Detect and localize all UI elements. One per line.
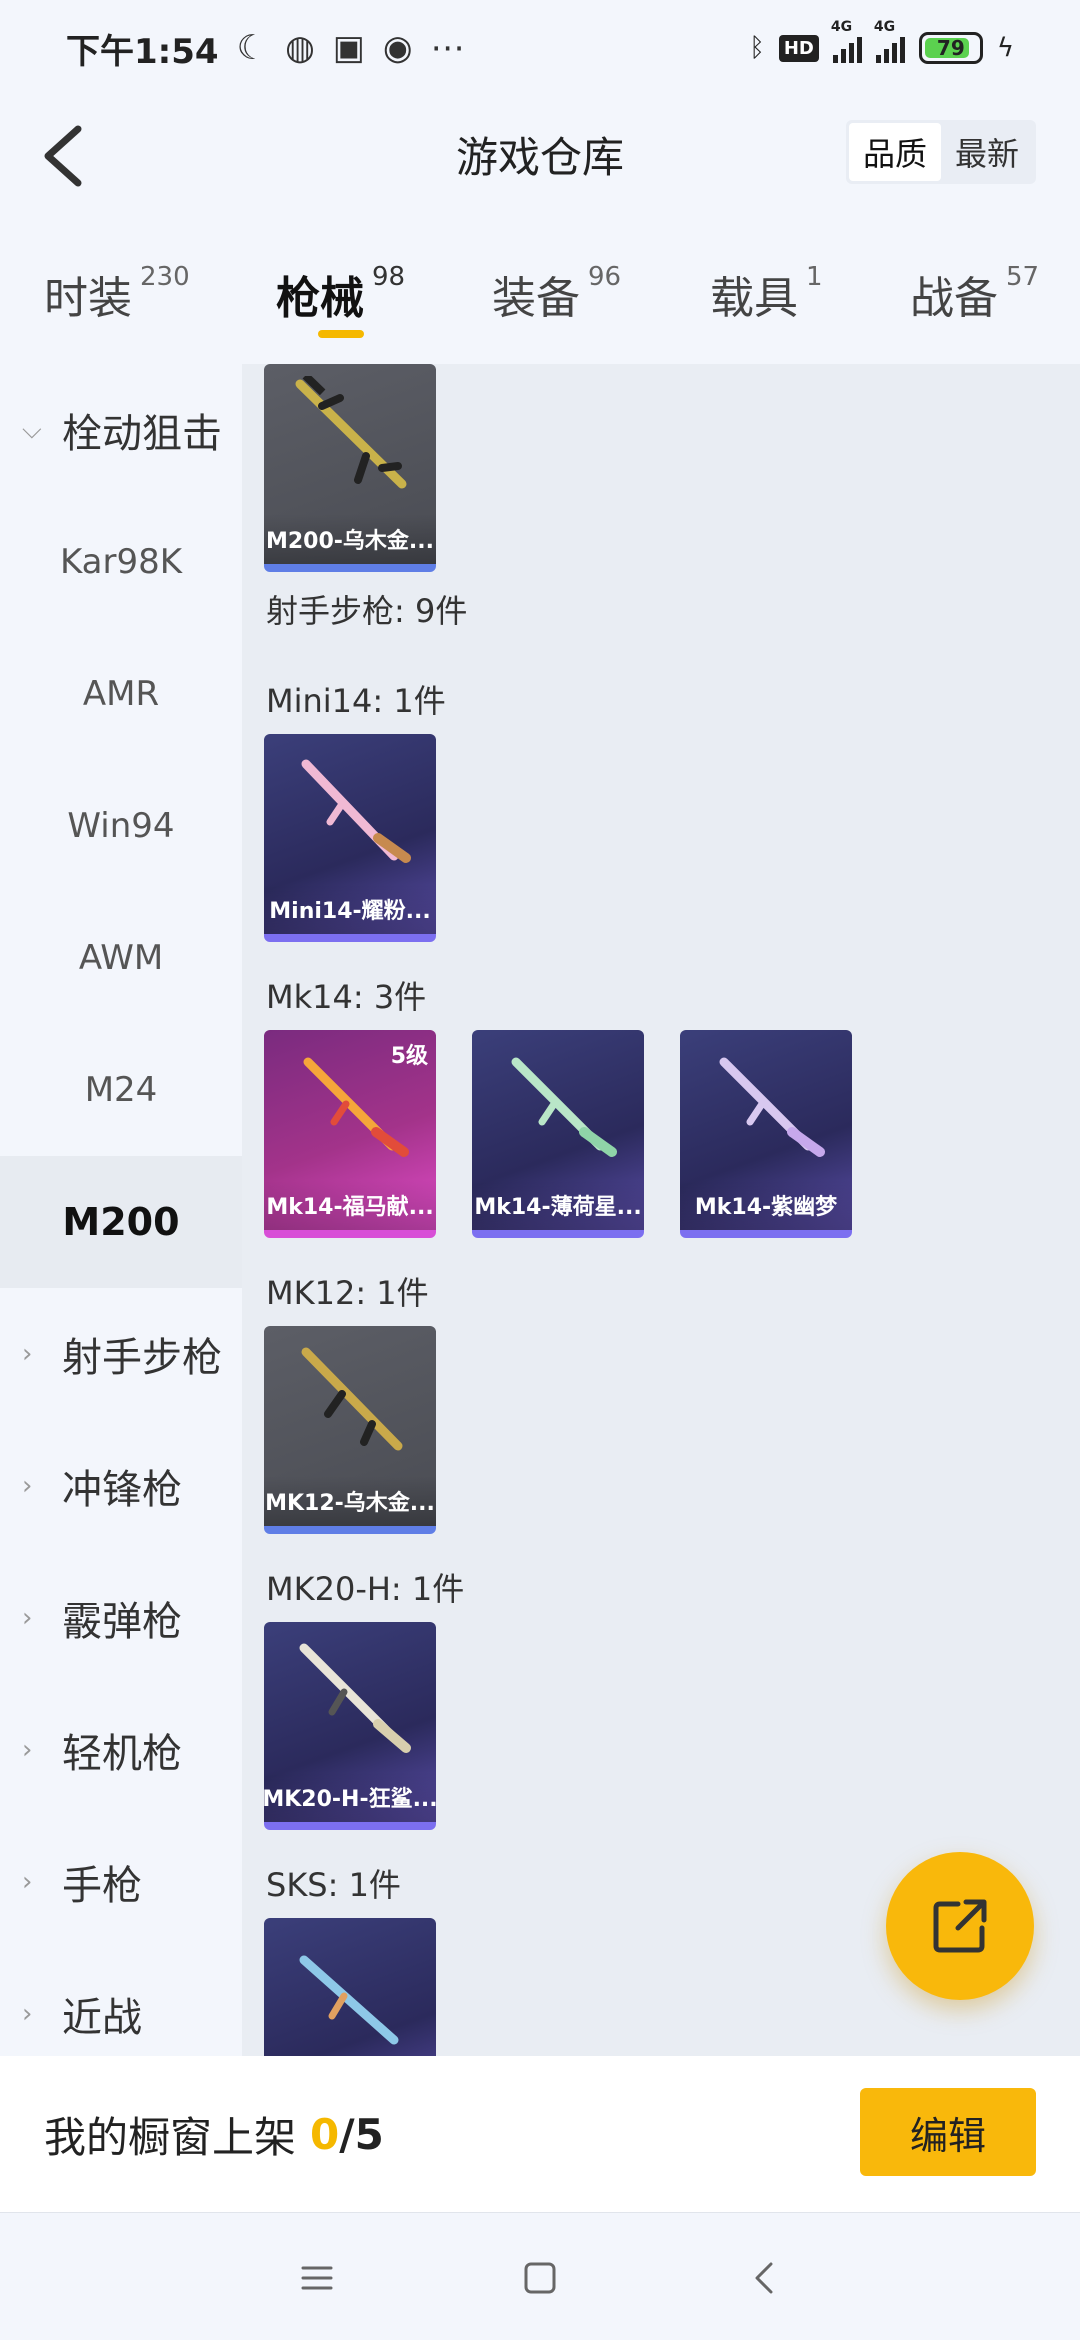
home-icon — [524, 2262, 556, 2294]
sidebar-group-marksman[interactable]: › 射手步枪 — [0, 1288, 242, 1420]
tab-active-indicator — [318, 330, 364, 338]
item-name: Mk14-福马献... — [264, 1180, 436, 1230]
item-name: MK12-乌木金... — [264, 1476, 436, 1526]
chevron-right-icon: › — [22, 1867, 33, 1897]
item-card[interactable]: Mini14-耀粉... — [264, 734, 436, 942]
rifle-icon — [301, 759, 411, 863]
signal-icon: 4G — [831, 19, 862, 63]
section-heading: MK12: 1件 — [266, 1274, 429, 1312]
category-heading: 射手步枪: 9件 — [266, 592, 468, 630]
item-grid: M200-乌木金... 射手步枪: 9件 Mini14: 1件 Mini14-耀… — [242, 364, 1080, 2056]
sidebar-group-pistol[interactable]: › 手枪 — [0, 1816, 242, 1948]
showcase-label: 我的橱窗上架 — [44, 2112, 297, 2162]
edit-button[interactable]: 编辑 — [860, 2088, 1036, 2176]
category-tabs: 时装 230 枪械 98 装备 96 载具 1 战备 57 — [0, 240, 1080, 360]
status-bar: 下午1:54 ☾ ◍ ▣ ◉ ⋯ ᛒ HD 4G 4G 79 ϟ — [0, 0, 1080, 96]
tab-equipment[interactable]: 装备 96 — [492, 262, 621, 326]
bluetooth-icon: ᛒ — [749, 33, 765, 63]
more-icon: ⋯ — [430, 28, 465, 68]
item-name: Mk14-薄荷星... — [472, 1180, 644, 1230]
charging-icon: ϟ — [996, 33, 1014, 63]
showcase-current-count: 0 — [310, 2109, 340, 2159]
chevron-right-icon: › — [22, 1339, 33, 1369]
item-card[interactable]: Mk14-紫幽梦 — [680, 1030, 852, 1238]
sort-newest-button[interactable]: 最新 — [941, 123, 1033, 181]
menu-button[interactable] — [282, 2243, 352, 2313]
item-name: MK20-H-狂鲨... — [264, 1772, 436, 1822]
chevron-right-icon: › — [22, 1471, 33, 1501]
section-heading: SKS: 1件 — [266, 1866, 401, 1904]
battery-icon: 79 — [918, 32, 983, 64]
sidebar: ⌵ 栓动狙击 Kar98K AMR Win94 AWM M24 M200 › 射… — [0, 364, 242, 2056]
sidebar-group-shotgun[interactable]: › 霰弹枪 — [0, 1552, 242, 1684]
item-card[interactable]: 5级 Mk14-福马献... — [264, 1030, 436, 1238]
sidebar-item-m24[interactable]: M24 — [0, 1024, 242, 1156]
message-icon: ▣ — [332, 28, 365, 68]
section-heading: Mini14: 1件 — [266, 682, 446, 720]
sidebar-item-kar98k[interactable]: Kar98K — [0, 496, 242, 628]
showcase-bar: 我的橱窗上架 0 / 5 编辑 — [0, 2056, 1080, 2212]
share-icon — [933, 1899, 987, 1953]
status-time: 下午1:54 — [66, 31, 219, 72]
sidebar-item-awm[interactable]: AWM — [0, 892, 242, 1024]
rifle-icon — [719, 1057, 825, 1157]
sidebar-group-smg[interactable]: › 冲锋枪 — [0, 1420, 242, 1552]
page-title: 游戏仓库 — [455, 132, 624, 182]
sidebar-item-m200[interactable]: M200 — [0, 1156, 242, 1288]
share-button[interactable] — [886, 1852, 1034, 2000]
moon-icon: ☾ — [236, 28, 268, 68]
chevron-left-icon — [44, 125, 82, 187]
rifle-icon — [299, 1643, 411, 1753]
system-nav-bar — [0, 2212, 1080, 2340]
rifle-icon — [511, 1057, 617, 1157]
sidebar-group-lmg[interactable]: › 轻机枪 — [0, 1684, 242, 1816]
item-card[interactable]: MK20-H-狂鲨... — [264, 1622, 436, 1830]
sort-toggle: 品质 最新 — [846, 120, 1036, 184]
back-icon — [755, 2262, 773, 2294]
signal-icon: 4G — [874, 19, 905, 63]
tab-vehicles[interactable]: 载具 1 — [710, 262, 823, 326]
item-card[interactable]: M200-乌木金... — [264, 364, 436, 572]
sidebar-group-bolt-action[interactable]: ⌵ 栓动狙击 — [0, 364, 242, 496]
sidebar-item-amr[interactable]: AMR — [0, 628, 242, 760]
item-name: M200-乌木金... — [264, 514, 436, 564]
tab-combat-supplies[interactable]: 战备 57 — [910, 262, 1039, 326]
item-card[interactable]: Mk14-薄荷星... — [472, 1030, 644, 1238]
sidebar-item-win94[interactable]: Win94 — [0, 760, 242, 892]
section-heading: MK20-H: 1件 — [266, 1570, 465, 1608]
rifle-icon — [295, 376, 407, 489]
sort-quality-button[interactable]: 品质 — [849, 123, 941, 181]
item-card[interactable]: MK12-乌木金... — [264, 1326, 436, 1534]
item-name: Mini14-耀粉... — [264, 884, 436, 934]
showcase-separator: / — [339, 2109, 355, 2159]
sidebar-group-melee[interactable]: › 近战 — [0, 1948, 242, 2056]
tab-firearms[interactable]: 枪械 98 — [276, 262, 405, 326]
header: 游戏仓库 品质 最新 — [0, 96, 1080, 212]
chevron-down-icon: ⌵ — [22, 414, 42, 445]
nav-back-button[interactable] — [730, 2243, 800, 2313]
chevron-right-icon: › — [22, 1999, 33, 2029]
menu-icon — [301, 2266, 333, 2290]
item-name: Mk14-紫幽梦 — [680, 1180, 852, 1230]
globe-icon: ◍ — [285, 28, 315, 68]
back-button[interactable] — [26, 118, 102, 194]
showcase-max-count: 5 — [354, 2109, 384, 2159]
hd-icon: HD — [778, 34, 819, 62]
section-heading: Mk14: 3件 — [266, 978, 427, 1016]
chevron-right-icon: › — [22, 1735, 33, 1765]
chevron-right-icon: › — [22, 1603, 33, 1633]
home-button[interactable] — [505, 2243, 575, 2313]
level-badge: 5级 — [390, 1044, 428, 1069]
rifle-icon — [299, 1955, 399, 2045]
rifle-icon — [301, 1347, 403, 1451]
qq-icon: ◉ — [382, 28, 413, 68]
item-card[interactable] — [264, 1918, 436, 2056]
tab-fashion[interactable]: 时装 230 — [44, 262, 190, 326]
